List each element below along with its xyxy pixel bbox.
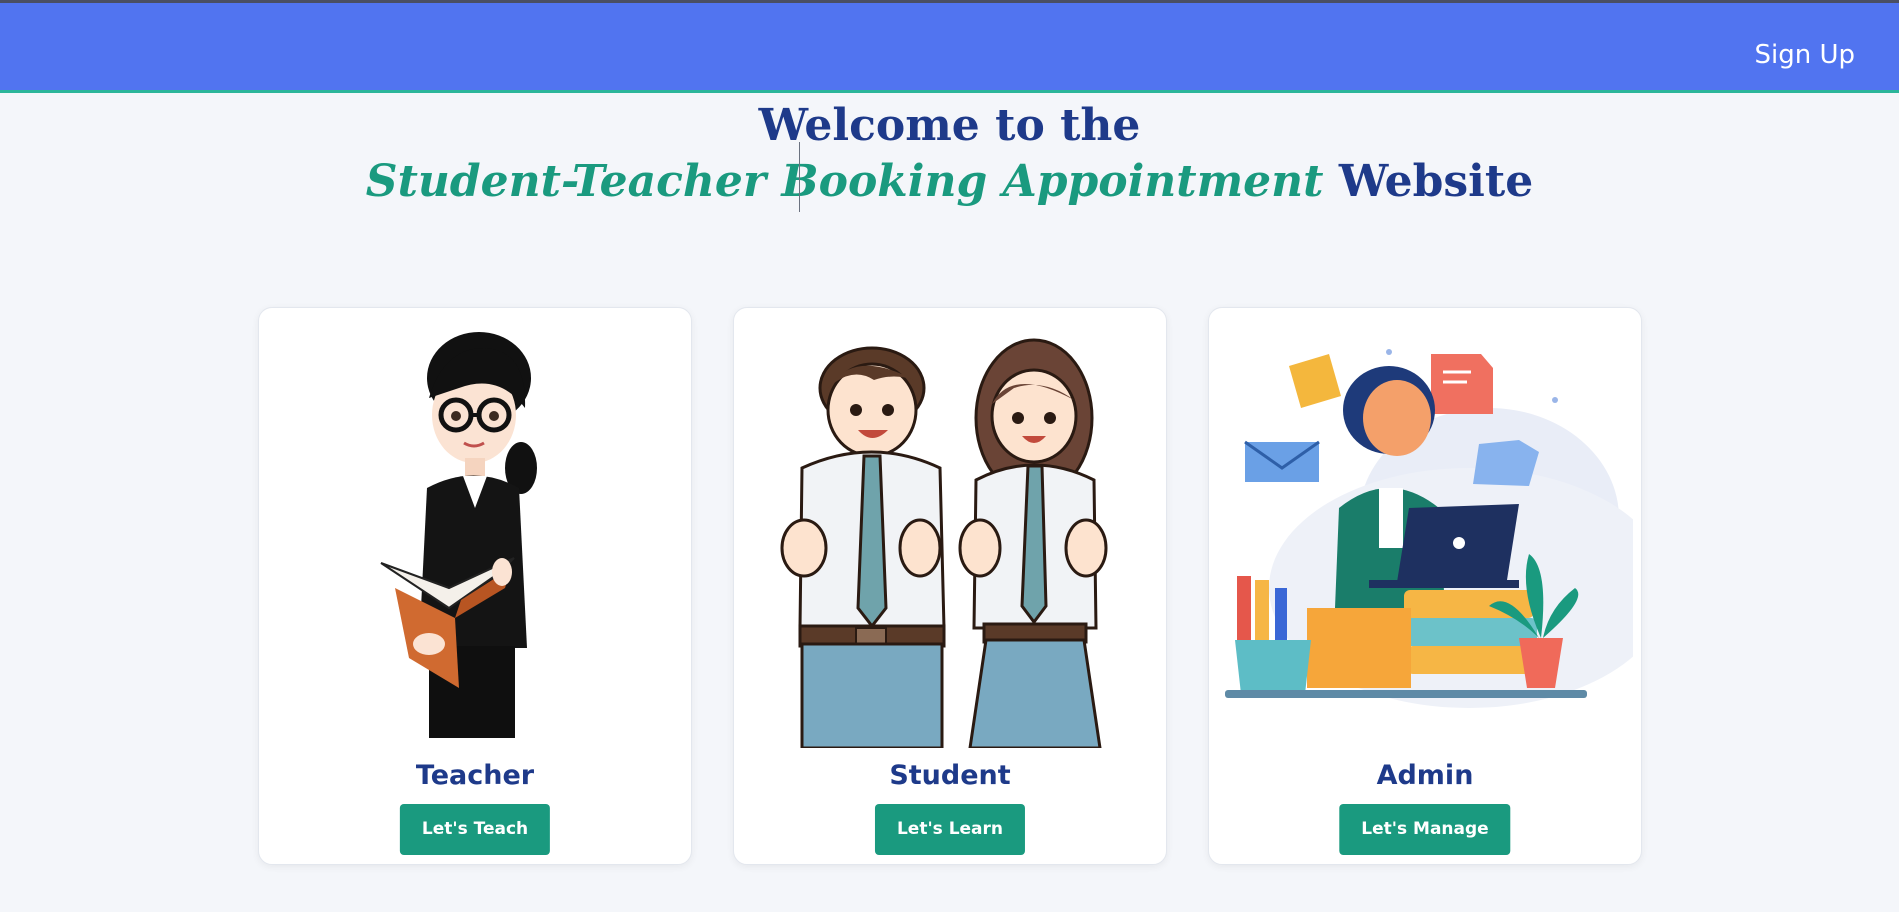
admin-card: Admin Let's Manage xyxy=(1208,307,1642,865)
navbar: Sign Up xyxy=(0,3,1899,93)
hero-heading: Welcome to the Student-Teacher Booking A… xyxy=(0,100,1899,212)
hero-line-1: Welcome to the xyxy=(758,100,1141,151)
signup-link[interactable]: Sign Up xyxy=(1754,40,1855,70)
lets-teach-button[interactable]: Let's Teach xyxy=(399,804,551,855)
student-card: Student Let's Learn xyxy=(733,307,1167,865)
teacher-title: Teacher xyxy=(415,760,535,791)
lets-manage-button[interactable]: Let's Manage xyxy=(1339,804,1511,855)
admin-illustration xyxy=(1225,349,1633,708)
teacher-illustration xyxy=(380,332,537,738)
teacher-card: Teacher Let's Teach xyxy=(258,307,692,865)
text-caret xyxy=(799,142,800,212)
admin-title: Admin xyxy=(1376,760,1474,791)
hero-tail-text: Website xyxy=(1338,156,1534,207)
student-title: Student xyxy=(889,760,1011,791)
students-illustration xyxy=(780,338,1108,748)
lets-learn-button[interactable]: Let's Learn xyxy=(874,804,1026,855)
hero-accent-text: Student-Teacher Booking Appointment xyxy=(365,156,1324,207)
hero-line-2: Student-Teacher Booking Appointment Webs… xyxy=(0,152,1899,212)
